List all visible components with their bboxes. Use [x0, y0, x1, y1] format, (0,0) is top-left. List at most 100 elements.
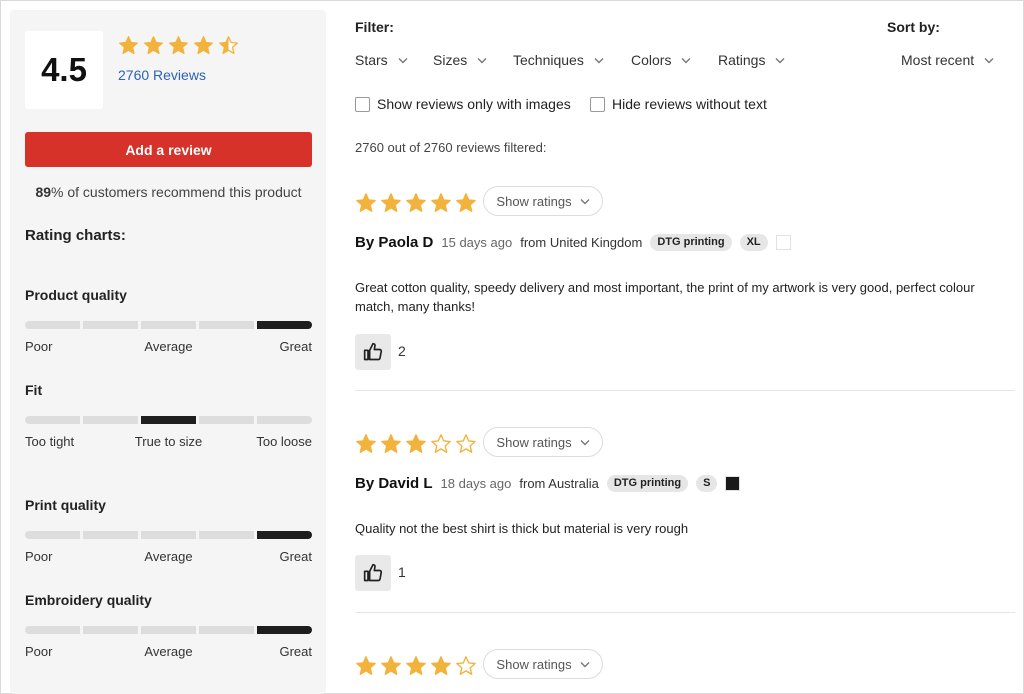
filter-stars-dropdown[interactable]: Stars	[355, 52, 408, 68]
show-ratings-button[interactable]: Show ratings	[483, 649, 603, 679]
review-stars	[355, 433, 480, 455]
filter-colors-dropdown[interactable]: Colors	[631, 52, 691, 68]
review-origin: from United Kingdom	[520, 235, 643, 250]
review-stars	[355, 192, 480, 214]
chevron-down-icon	[580, 198, 590, 204]
review-divider	[355, 390, 1015, 391]
chart-segment	[199, 321, 254, 329]
helpful-button[interactable]	[355, 334, 391, 370]
chevron-down-icon	[775, 57, 785, 63]
chart-bar	[25, 321, 312, 329]
chart-segment	[199, 416, 254, 424]
chart-label-mid: Average	[144, 339, 193, 354]
chart-product-quality: Product quality Poor Average Great	[25, 287, 312, 354]
chart-title: Fit	[25, 382, 43, 398]
size-badge: S	[696, 475, 718, 492]
show-ratings-button[interactable]: Show ratings	[483, 427, 603, 457]
star-filled-icon	[406, 193, 426, 212]
chart-label-high: Great	[279, 549, 312, 564]
star-filled-icon	[406, 434, 426, 453]
helpful-button[interactable]	[355, 555, 391, 591]
star-empty-icon	[431, 434, 451, 453]
chart-label-low: Poor	[25, 644, 53, 659]
chevron-down-icon	[580, 439, 590, 445]
chart-label-high: Great	[279, 339, 312, 354]
chart-labels: Poor Average Great	[25, 642, 312, 662]
chart-segment	[83, 321, 138, 329]
star-filled-icon	[119, 36, 138, 55]
filter-label: Filter:	[355, 19, 394, 35]
average-score: 4.5	[25, 31, 103, 109]
recommend-text: 89% of customers recommend this product	[25, 184, 312, 200]
chart-label-mid: True to size	[134, 434, 203, 449]
chart-label-mid: Average	[144, 549, 193, 564]
reviews-count-link[interactable]: 2760 Reviews	[118, 67, 206, 83]
review-summary-sidebar: 4.5 2760 Reviews Add a review 89% of cus…	[10, 10, 326, 694]
checkbox-label: Hide reviews without text	[612, 96, 767, 112]
recommend-percent: 89	[35, 184, 52, 200]
review-meta: By David L 18 days ago from Australia DT…	[355, 475, 741, 492]
color-swatch	[775, 235, 791, 250]
star-empty-icon	[456, 656, 476, 675]
chart-label-high: Too loose	[256, 434, 312, 449]
review-origin: from Australia	[519, 476, 599, 491]
dropdown-label: Techniques	[513, 52, 584, 68]
chart-label-mid: Average	[144, 644, 193, 659]
thumbs-up-icon	[363, 563, 383, 582]
chart-segment-selected	[257, 626, 312, 634]
recommend-label: % of customers recommend this product	[51, 184, 302, 200]
review-date: 15 days ago	[441, 235, 513, 250]
chart-labels: Too tight True to size Too loose	[25, 432, 312, 452]
chevron-down-icon	[594, 57, 604, 63]
sort-dropdown[interactable]: Most recent	[901, 52, 994, 68]
star-filled-icon	[456, 193, 476, 212]
chevron-down-icon	[477, 57, 487, 63]
chart-segment	[199, 626, 254, 634]
chart-segment-selected	[257, 531, 312, 539]
review-divider	[355, 612, 1015, 613]
checkbox-box[interactable]	[355, 96, 370, 112]
chart-segment	[141, 626, 196, 634]
thumbs-up-icon	[363, 342, 383, 361]
dropdown-label: Colors	[631, 52, 672, 68]
images-only-checkbox[interactable]: Show reviews only with images	[355, 96, 571, 112]
review-text: Quality not the best shirt is thick but …	[355, 521, 689, 536]
chart-segment-selected	[141, 416, 196, 424]
show-ratings-button[interactable]: Show ratings	[483, 186, 603, 216]
chart-segment	[25, 416, 80, 424]
chart-segment	[83, 531, 138, 539]
color-swatch	[725, 476, 741, 491]
chevron-down-icon	[984, 57, 994, 63]
chart-bar	[25, 531, 312, 539]
chart-segment	[141, 321, 196, 329]
dropdown-label: Stars	[355, 52, 388, 68]
dropdown-label: Sizes	[433, 52, 468, 68]
technique-badge: DTG printing	[606, 475, 689, 492]
chart-bar	[25, 416, 312, 424]
chart-title: Product quality	[25, 287, 127, 303]
add-review-button[interactable]: Add a review	[25, 132, 312, 167]
helpful-count: 1	[398, 564, 406, 580]
star-filled-icon	[356, 434, 376, 453]
chart-label-low: Too tight	[25, 434, 75, 449]
hide-no-text-checkbox[interactable]: Hide reviews without text	[590, 96, 767, 112]
filter-ratings-dropdown[interactable]: Ratings	[718, 52, 785, 68]
filtered-count: 2760 out of 2760 reviews filtered:	[355, 140, 547, 155]
star-filled-icon	[406, 656, 426, 675]
review-meta: By Paola D 15 days ago from United Kingd…	[355, 234, 791, 251]
chart-bar	[25, 626, 312, 634]
chart-segment	[25, 626, 80, 634]
star-filled-icon	[381, 193, 401, 212]
filter-sizes-dropdown[interactable]: Sizes	[433, 52, 487, 68]
chart-embroidery-quality: Embroidery quality Poor Average Great	[25, 592, 312, 659]
average-stars	[118, 35, 243, 56]
star-half-icon	[219, 36, 238, 55]
filter-techniques-dropdown[interactable]: Techniques	[513, 52, 604, 68]
review-date: 18 days ago	[440, 476, 512, 491]
review-text: Great cotton quality, speedy delivery an…	[355, 280, 975, 314]
checkbox-box[interactable]	[590, 96, 605, 112]
star-filled-icon	[356, 656, 376, 675]
checkbox-label: Show reviews only with images	[377, 96, 571, 112]
chart-segment	[141, 531, 196, 539]
review-author: By Paola D	[355, 234, 434, 251]
